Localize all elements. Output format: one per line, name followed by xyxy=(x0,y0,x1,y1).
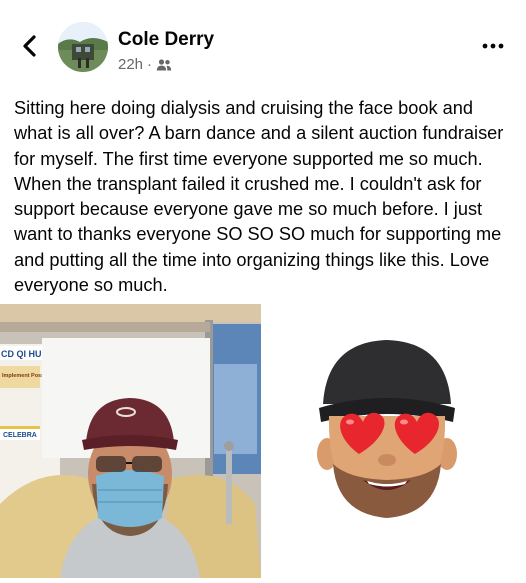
selfie-photo[interactable]: CD QI HU Implement Possible CELEBRA xyxy=(0,304,261,578)
chevron-left-icon xyxy=(23,35,36,57)
friends-icon xyxy=(156,58,172,70)
post-meta: 22h · xyxy=(118,56,172,73)
author-name[interactable]: Cole Derry xyxy=(118,29,214,51)
timestamp[interactable]: 22h xyxy=(118,56,143,73)
back-button[interactable] xyxy=(14,30,46,62)
more-horizontal-icon xyxy=(482,43,504,49)
post-photos: CD QI HU Implement Possible CELEBRA xyxy=(0,304,526,578)
post-header: Cole Derry 22h · xyxy=(0,0,526,86)
poster-footer: CELEBRA xyxy=(3,432,37,439)
meta-separator: · xyxy=(147,56,153,73)
poster-heading: CD QI HU xyxy=(1,349,42,359)
avatar[interactable] xyxy=(58,22,108,72)
memoji-image[interactable] xyxy=(265,304,526,578)
post-text: Sitting here doing dialysis and cruising… xyxy=(14,98,504,296)
more-options-button[interactable] xyxy=(478,36,508,56)
